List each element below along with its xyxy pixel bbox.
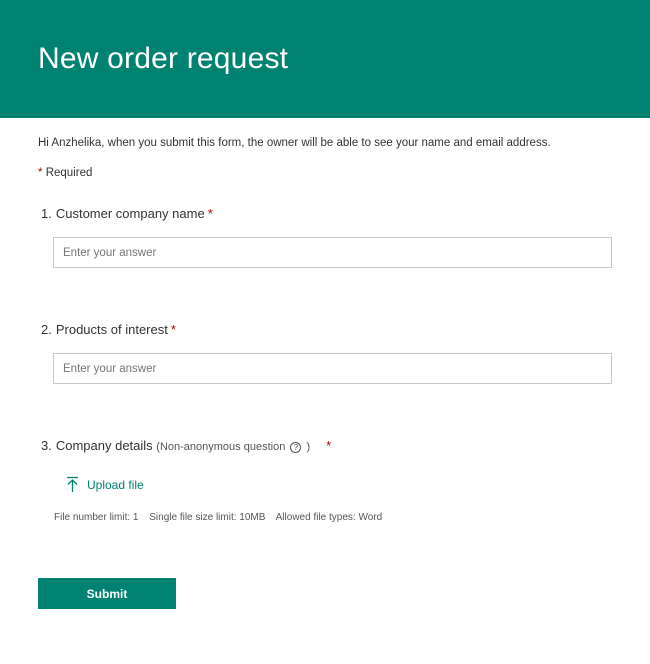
submit-button[interactable]: Submit bbox=[38, 578, 176, 609]
question-number: 3. bbox=[41, 438, 52, 453]
required-label: Required bbox=[45, 167, 93, 179]
file-number-limit: File number limit: 1 bbox=[54, 512, 139, 523]
required-star: * bbox=[207, 206, 213, 221]
required-star: * bbox=[170, 322, 176, 337]
file-size-limit: Single file size limit: 10MB bbox=[149, 512, 266, 523]
form-title: New order request bbox=[38, 42, 289, 75]
required-star: * bbox=[38, 167, 43, 179]
non-anonymous-note: (Non-anonymous question ? ) bbox=[156, 441, 310, 453]
note-text: (Non-anonymous question bbox=[156, 441, 286, 453]
question-number: 2. bbox=[41, 322, 52, 337]
file-limits: File number limit: 1 Single file size li… bbox=[54, 512, 390, 523]
required-legend: * Required bbox=[38, 167, 92, 179]
customer-company-name-input[interactable] bbox=[53, 237, 612, 268]
identity-notice: Hi Anzhelika, when you submit this form,… bbox=[38, 137, 551, 149]
products-of-interest-input[interactable] bbox=[53, 353, 612, 384]
required-star: * bbox=[326, 438, 332, 453]
note-close: ) bbox=[306, 441, 311, 453]
question-label: Customer company name bbox=[55, 206, 205, 221]
question-3-title: 3. Company details (Non-anonymous questio… bbox=[41, 438, 331, 453]
question-1-title: 1. Customer company name * bbox=[41, 206, 213, 221]
upload-arrow-icon bbox=[67, 476, 78, 492]
file-types-limit: Allowed file types: Word bbox=[275, 512, 383, 523]
upload-file-button[interactable]: Upload file bbox=[66, 476, 144, 493]
upload-file-label: Upload file bbox=[87, 477, 144, 492]
help-icon[interactable]: ? bbox=[290, 442, 302, 453]
question-label: Company details bbox=[55, 438, 153, 453]
question-2-title: 2. Products of interest * bbox=[41, 322, 176, 337]
question-number: 1. bbox=[41, 206, 52, 221]
form-header: New order request bbox=[0, 0, 650, 118]
form-page: New order request Hi Anzhelika, when you… bbox=[0, 0, 650, 664]
question-label: Products of interest bbox=[55, 322, 168, 337]
